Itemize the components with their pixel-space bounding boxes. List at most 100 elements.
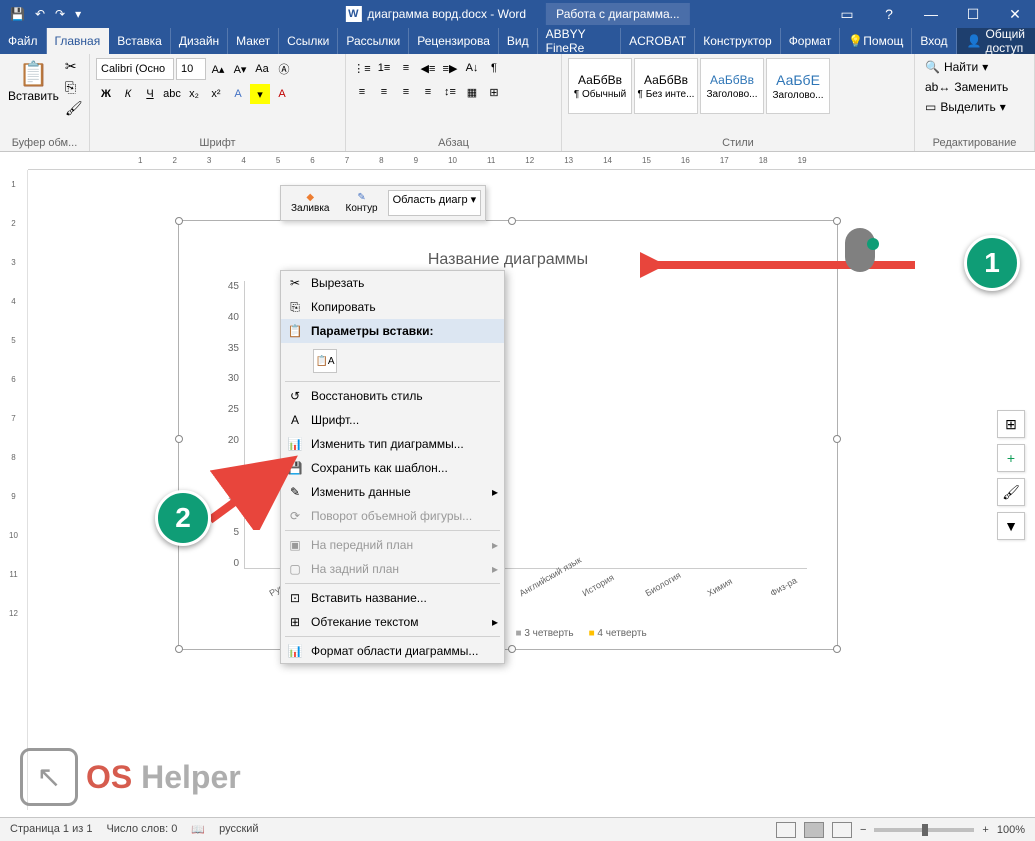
signin[interactable]: Вход [912,28,956,54]
help-icon[interactable]: ? [869,0,909,28]
tab-chart-design[interactable]: Конструктор [695,28,780,54]
redo-icon[interactable]: ↷ [55,7,65,21]
resize-handle-bl[interactable] [175,645,183,653]
fill-button[interactable]: ◆ Заливка [285,190,336,216]
menu-reset-style[interactable]: ↺Восстановить стиль [281,384,504,408]
web-layout-icon[interactable] [832,822,852,838]
horizontal-ruler[interactable]: 12345678910111213141516171819 [28,152,1035,170]
word-count[interactable]: Число слов: 0 [106,823,177,836]
font-color-icon[interactable]: A [272,84,292,104]
font-size-combo[interactable]: 10 [176,58,206,80]
chart-element-combo[interactable]: Область диагр ▾ [388,190,482,216]
numbering-icon[interactable]: 1≡ [374,58,394,78]
chart-tools-tab[interactable]: Работа с диаграмма... [546,3,690,25]
chart-elements-icon[interactable]: + [997,444,1025,472]
resize-handle-tr[interactable] [833,217,841,225]
decrease-indent-icon[interactable]: ◀≡ [418,58,438,78]
chart-styles-icon[interactable]: 🖌 [997,478,1025,506]
qat-dropdown-icon[interactable]: ▾ [75,7,81,21]
menu-format-chart-area[interactable]: 📊Формат области диаграммы... [281,639,504,663]
tab-acrobat[interactable]: ACROBAT [621,28,695,54]
style-nospacing[interactable]: АаБбВв ¶ Без инте... [634,58,698,114]
chart-filters-icon[interactable]: ▼ [997,512,1025,540]
menu-edit-data[interactable]: ✎Изменить данные▸ [281,480,504,504]
menu-insert-caption[interactable]: ⊡Вставить название... [281,586,504,610]
shrink-font-icon[interactable]: A▾ [230,59,250,79]
tab-abbyy[interactable]: ABBYY FineRe [538,28,622,54]
multilevel-icon[interactable]: ≡ [396,58,416,78]
menu-change-chart-type[interactable]: 📊Изменить тип диаграммы... [281,432,504,456]
replace-button[interactable]: ab↔ Заменить [921,78,1012,96]
align-center-icon[interactable]: ≡ [374,82,394,102]
share-button[interactable]: 👤 Общий доступ [957,28,1035,54]
superscript-icon[interactable]: x² [206,84,226,104]
text-effects-icon[interactable]: A [228,84,248,104]
resize-handle-ml[interactable] [175,435,183,443]
layout-options-icon[interactable]: ⊞ [997,410,1025,438]
paste-option-1[interactable]: 📋A [313,349,337,373]
paste-button[interactable]: 📋 Вставить [6,58,61,105]
justify-icon[interactable]: ≡ [418,82,438,102]
highlight-icon[interactable]: ▾ [250,84,270,104]
show-marks-icon[interactable]: ¶ [484,58,504,78]
zoom-in-icon[interactable]: + [982,824,988,836]
resize-handle-tl[interactable] [175,217,183,225]
vertical-ruler[interactable]: 123456789101112 [0,170,28,810]
increase-indent-icon[interactable]: ≡▶ [440,58,460,78]
resize-handle-mr[interactable] [833,435,841,443]
italic-button[interactable]: К [118,84,138,104]
grow-font-icon[interactable]: A▴ [208,59,228,79]
tell-me[interactable]: 💡 Помощ [840,28,912,54]
undo-icon[interactable]: ↶ [35,7,45,21]
minimize-icon[interactable]: — [911,0,951,28]
clear-format-icon[interactable]: Ⓐ [274,59,294,79]
sort-icon[interactable]: A↓ [462,58,482,78]
menu-font[interactable]: AШрифт... [281,408,504,432]
copy-icon[interactable]: ⎘ [65,79,83,96]
align-left-icon[interactable]: ≡ [352,82,372,102]
tab-review[interactable]: Рецензирова [409,28,499,54]
zoom-out-icon[interactable]: − [860,824,866,836]
style-normal[interactable]: АаБбВв ¶ Обычный [568,58,632,114]
font-name-combo[interactable]: Calibri (Осно [96,58,174,80]
align-right-icon[interactable]: ≡ [396,82,416,102]
language-indicator[interactable]: русский [219,823,258,836]
style-heading1[interactable]: АаБбВв Заголово... [700,58,764,114]
cut-icon[interactable]: ✂ [65,58,83,75]
menu-copy[interactable]: ⎘Копировать [281,295,504,319]
tab-view[interactable]: Вид [499,28,538,54]
shading-icon[interactable]: ▦ [462,82,482,102]
outline-button[interactable]: ✎ Контур [340,190,384,216]
style-gallery[interactable]: АаБбВв ¶ Обычный АаБбВв ¶ Без инте... Аа… [568,58,830,114]
tab-references[interactable]: Ссылки [279,28,338,54]
tab-mailings[interactable]: Рассылки [338,28,409,54]
borders-icon[interactable]: ⊞ [484,82,504,102]
menu-cut[interactable]: ✂Вырезать [281,271,504,295]
tab-file[interactable]: Файл [0,28,47,54]
resize-handle-tm[interactable] [508,217,516,225]
menu-wrap-text[interactable]: ⊞Обтекание текстом▸ [281,610,504,634]
format-painter-icon[interactable]: 🖌 [65,100,83,117]
resize-handle-br[interactable] [833,645,841,653]
page-indicator[interactable]: Страница 1 из 1 [10,823,92,836]
strikethrough-icon[interactable]: abc [162,84,182,104]
tab-insert[interactable]: Вставка [109,28,171,54]
maximize-icon[interactable]: ☐ [953,0,993,28]
spellcheck-icon[interactable]: 📖 [191,823,205,836]
zoom-slider[interactable] [874,828,974,832]
select-button[interactable]: ▭ Выделить ▾ [921,98,1012,116]
ribbon-options-icon[interactable]: ▭ [827,0,867,28]
tab-home[interactable]: Главная [47,28,110,54]
line-spacing-icon[interactable]: ↕≡ [440,82,460,102]
save-icon[interactable]: 💾 [10,7,25,21]
tab-layout[interactable]: Макет [228,28,279,54]
bullets-icon[interactable]: ⋮≡ [352,58,372,78]
read-mode-icon[interactable] [776,822,796,838]
change-case-icon[interactable]: Aa [252,59,272,79]
resize-handle-bm[interactable] [508,645,516,653]
menu-save-template[interactable]: 💾Сохранить как шаблон... [281,456,504,480]
find-button[interactable]: 🔍 Найти ▾ [921,58,1012,76]
close-icon[interactable]: ✕ [995,0,1035,28]
print-layout-icon[interactable] [804,822,824,838]
zoom-level[interactable]: 100% [997,824,1025,836]
